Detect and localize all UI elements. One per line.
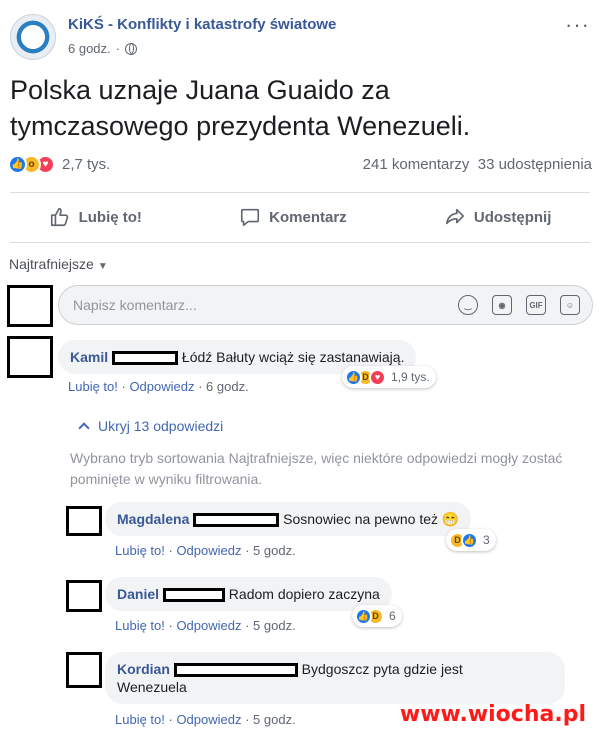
share-button[interactable]: Udostępnij — [444, 200, 552, 234]
reply-time[interactable]: 5 godz. — [253, 618, 296, 633]
like-reaction-icon: 👍 — [345, 368, 362, 386]
divider — [10, 192, 590, 193]
share-arrow-icon — [445, 208, 464, 225]
sort-label: Najtrafniejsze — [9, 256, 94, 272]
comment-placeholder: Napisz komentarz... — [73, 297, 197, 313]
comment-input[interactable]: Napisz komentarz... ‿ ◉ GIF ☺ — [58, 285, 593, 325]
redacted-name — [173, 663, 298, 678]
comment-text: Łódź Bałuty wciąż się zastanawiają. — [181, 349, 405, 365]
like-reaction-icon: 👍 — [8, 155, 27, 174]
redacted-name — [112, 351, 179, 366]
reply-text-continued: Wenezuela — [117, 679, 187, 695]
reply-reaction-count: 3 — [483, 533, 490, 547]
page-avatar[interactable] — [10, 14, 56, 60]
reply-reply-link[interactable]: Odpowiedz — [176, 618, 241, 633]
reply-bubble: Daniel Radom dopiero zaczyna — [105, 577, 392, 611]
user-avatar — [7, 285, 53, 327]
sticker-icon[interactable]: ☺ — [560, 295, 580, 315]
share-label: Udostępnij — [473, 208, 552, 226]
comment-share-stats: 241 komentarzy 33 udostępnienia — [363, 156, 592, 173]
reply-text: Radom dopiero zaczyna — [228, 586, 380, 602]
more-options-icon[interactable]: ··· — [565, 12, 590, 38]
emoji-icon[interactable]: ‿ — [458, 295, 478, 315]
reply-bubble: Magdalena Sosnowiec na pewno też 😁 — [105, 502, 472, 536]
reaction-count: 2,7 tys. — [62, 156, 111, 173]
comment-label: Komentarz — [269, 208, 347, 226]
post-header: KiKŚ - Konflikty i katastrofy światowe 6… — [0, 0, 600, 70]
camera-icon[interactable]: ◉ — [492, 295, 512, 315]
chevron-up-icon — [78, 422, 90, 434]
reply-author[interactable]: Daniel — [117, 586, 159, 602]
reaction-summary[interactable]: 👍 o ♥ 2,7 tys. — [8, 155, 110, 174]
reply-time[interactable]: 5 godz. — [253, 543, 296, 558]
reply-like-link[interactable]: Lubię to! — [115, 712, 165, 727]
post-actions: Lubię to! Komentarz Udostępnij — [0, 200, 600, 234]
comment-time[interactable]: 6 godz. — [206, 379, 249, 394]
reply-actions: Lubię to! · Odpowiedz · 5 godz. — [115, 618, 296, 633]
meta-separator: · — [115, 41, 120, 56]
comment-author[interactable]: Kamil — [70, 349, 108, 365]
avatar[interactable] — [7, 336, 53, 378]
post-stats: 👍 o ♥ 2,7 tys. 241 komentarzy 33 udostęp… — [0, 152, 600, 182]
redacted-name — [162, 588, 225, 603]
reply-author[interactable]: Kordian — [117, 661, 170, 677]
reply-reactions[interactable]: 👍 D 6 — [352, 605, 402, 627]
comment-actions: Lubię to! · Odpowiedz · 6 godz. — [68, 379, 249, 394]
reply-like-link[interactable]: Lubię to! — [115, 618, 165, 633]
comments-count-link[interactable]: 241 komentarzy — [363, 156, 470, 173]
reply-text: Sosnowiec na pewno też 😁 — [283, 511, 460, 527]
comment-sort-dropdown[interactable]: Najtrafniejsze ▼ — [9, 256, 108, 272]
sort-note: Wybrano tryb sortowania Najtrafniejsze, … — [70, 450, 563, 487]
post-text: Polska uznaje Juana Guaido za tymczasowe… — [10, 75, 471, 141]
shares-count-link[interactable]: 33 udostępnienia — [478, 156, 592, 173]
reply-like-link[interactable]: Lubię to! — [115, 543, 165, 558]
reply-reactions[interactable]: D 👍 3 — [446, 529, 496, 551]
reply-author[interactable]: Magdalena — [117, 511, 189, 527]
redacted-name — [193, 513, 280, 528]
like-reaction-icon: 👍 — [355, 607, 372, 625]
caret-down-icon: ▼ — [97, 261, 108, 272]
love-reaction-icon: ♥ — [369, 368, 386, 386]
like-label: Lubię to! — [78, 208, 142, 226]
like-reaction-icon: 👍 — [461, 531, 478, 549]
post-meta: 6 godz. · — [68, 41, 137, 56]
hide-replies-label: Ukryj 13 odpowiedzi — [98, 418, 224, 434]
composer-tools: ‿ ◉ GIF ☺ — [458, 295, 580, 315]
comment-reactions[interactable]: 👍 D ♥ 1,9 tys. — [342, 366, 436, 388]
avatar[interactable] — [66, 506, 102, 536]
reply-bubble: Kordian Bydgoszcz pyta gdzie jest Wenezu… — [105, 652, 565, 704]
reply-actions: Lubię to! · Odpowiedz · 5 godz. — [115, 712, 296, 727]
comment-icon — [241, 208, 260, 227]
comment-reply-link[interactable]: Odpowiedz — [129, 379, 194, 394]
reply-time[interactable]: 5 godz. — [253, 712, 296, 727]
watermark: www.wiocha.pl — [399, 702, 586, 727]
page-name-link[interactable]: KiKŚ - Konflikty i katastrofy światowe — [68, 16, 336, 33]
like-button[interactable]: Lubię to! — [49, 200, 142, 234]
comment-reaction-count: 1,9 tys. — [391, 370, 430, 384]
reply-reaction-count: 6 — [389, 609, 396, 623]
avatar[interactable] — [66, 652, 102, 688]
post-time[interactable]: 6 godz. — [68, 41, 111, 56]
reply-reply-link[interactable]: Odpowiedz — [176, 712, 241, 727]
divider — [10, 242, 590, 243]
reply-reply-link[interactable]: Odpowiedz — [176, 543, 241, 558]
reply-text: Bydgoszcz pyta gdzie jest — [301, 661, 463, 677]
gif-icon[interactable]: GIF — [526, 295, 546, 315]
hide-replies-button[interactable]: Ukryj 13 odpowiedzi — [78, 418, 224, 434]
avatar[interactable] — [66, 580, 102, 612]
reply-actions: Lubię to! · Odpowiedz · 5 godz. — [115, 543, 296, 558]
comment-like-link[interactable]: Lubię to! — [68, 379, 118, 394]
globe-icon — [125, 42, 137, 55]
comment-button[interactable]: Komentarz — [239, 200, 347, 234]
thumbs-up-icon — [50, 207, 68, 227]
